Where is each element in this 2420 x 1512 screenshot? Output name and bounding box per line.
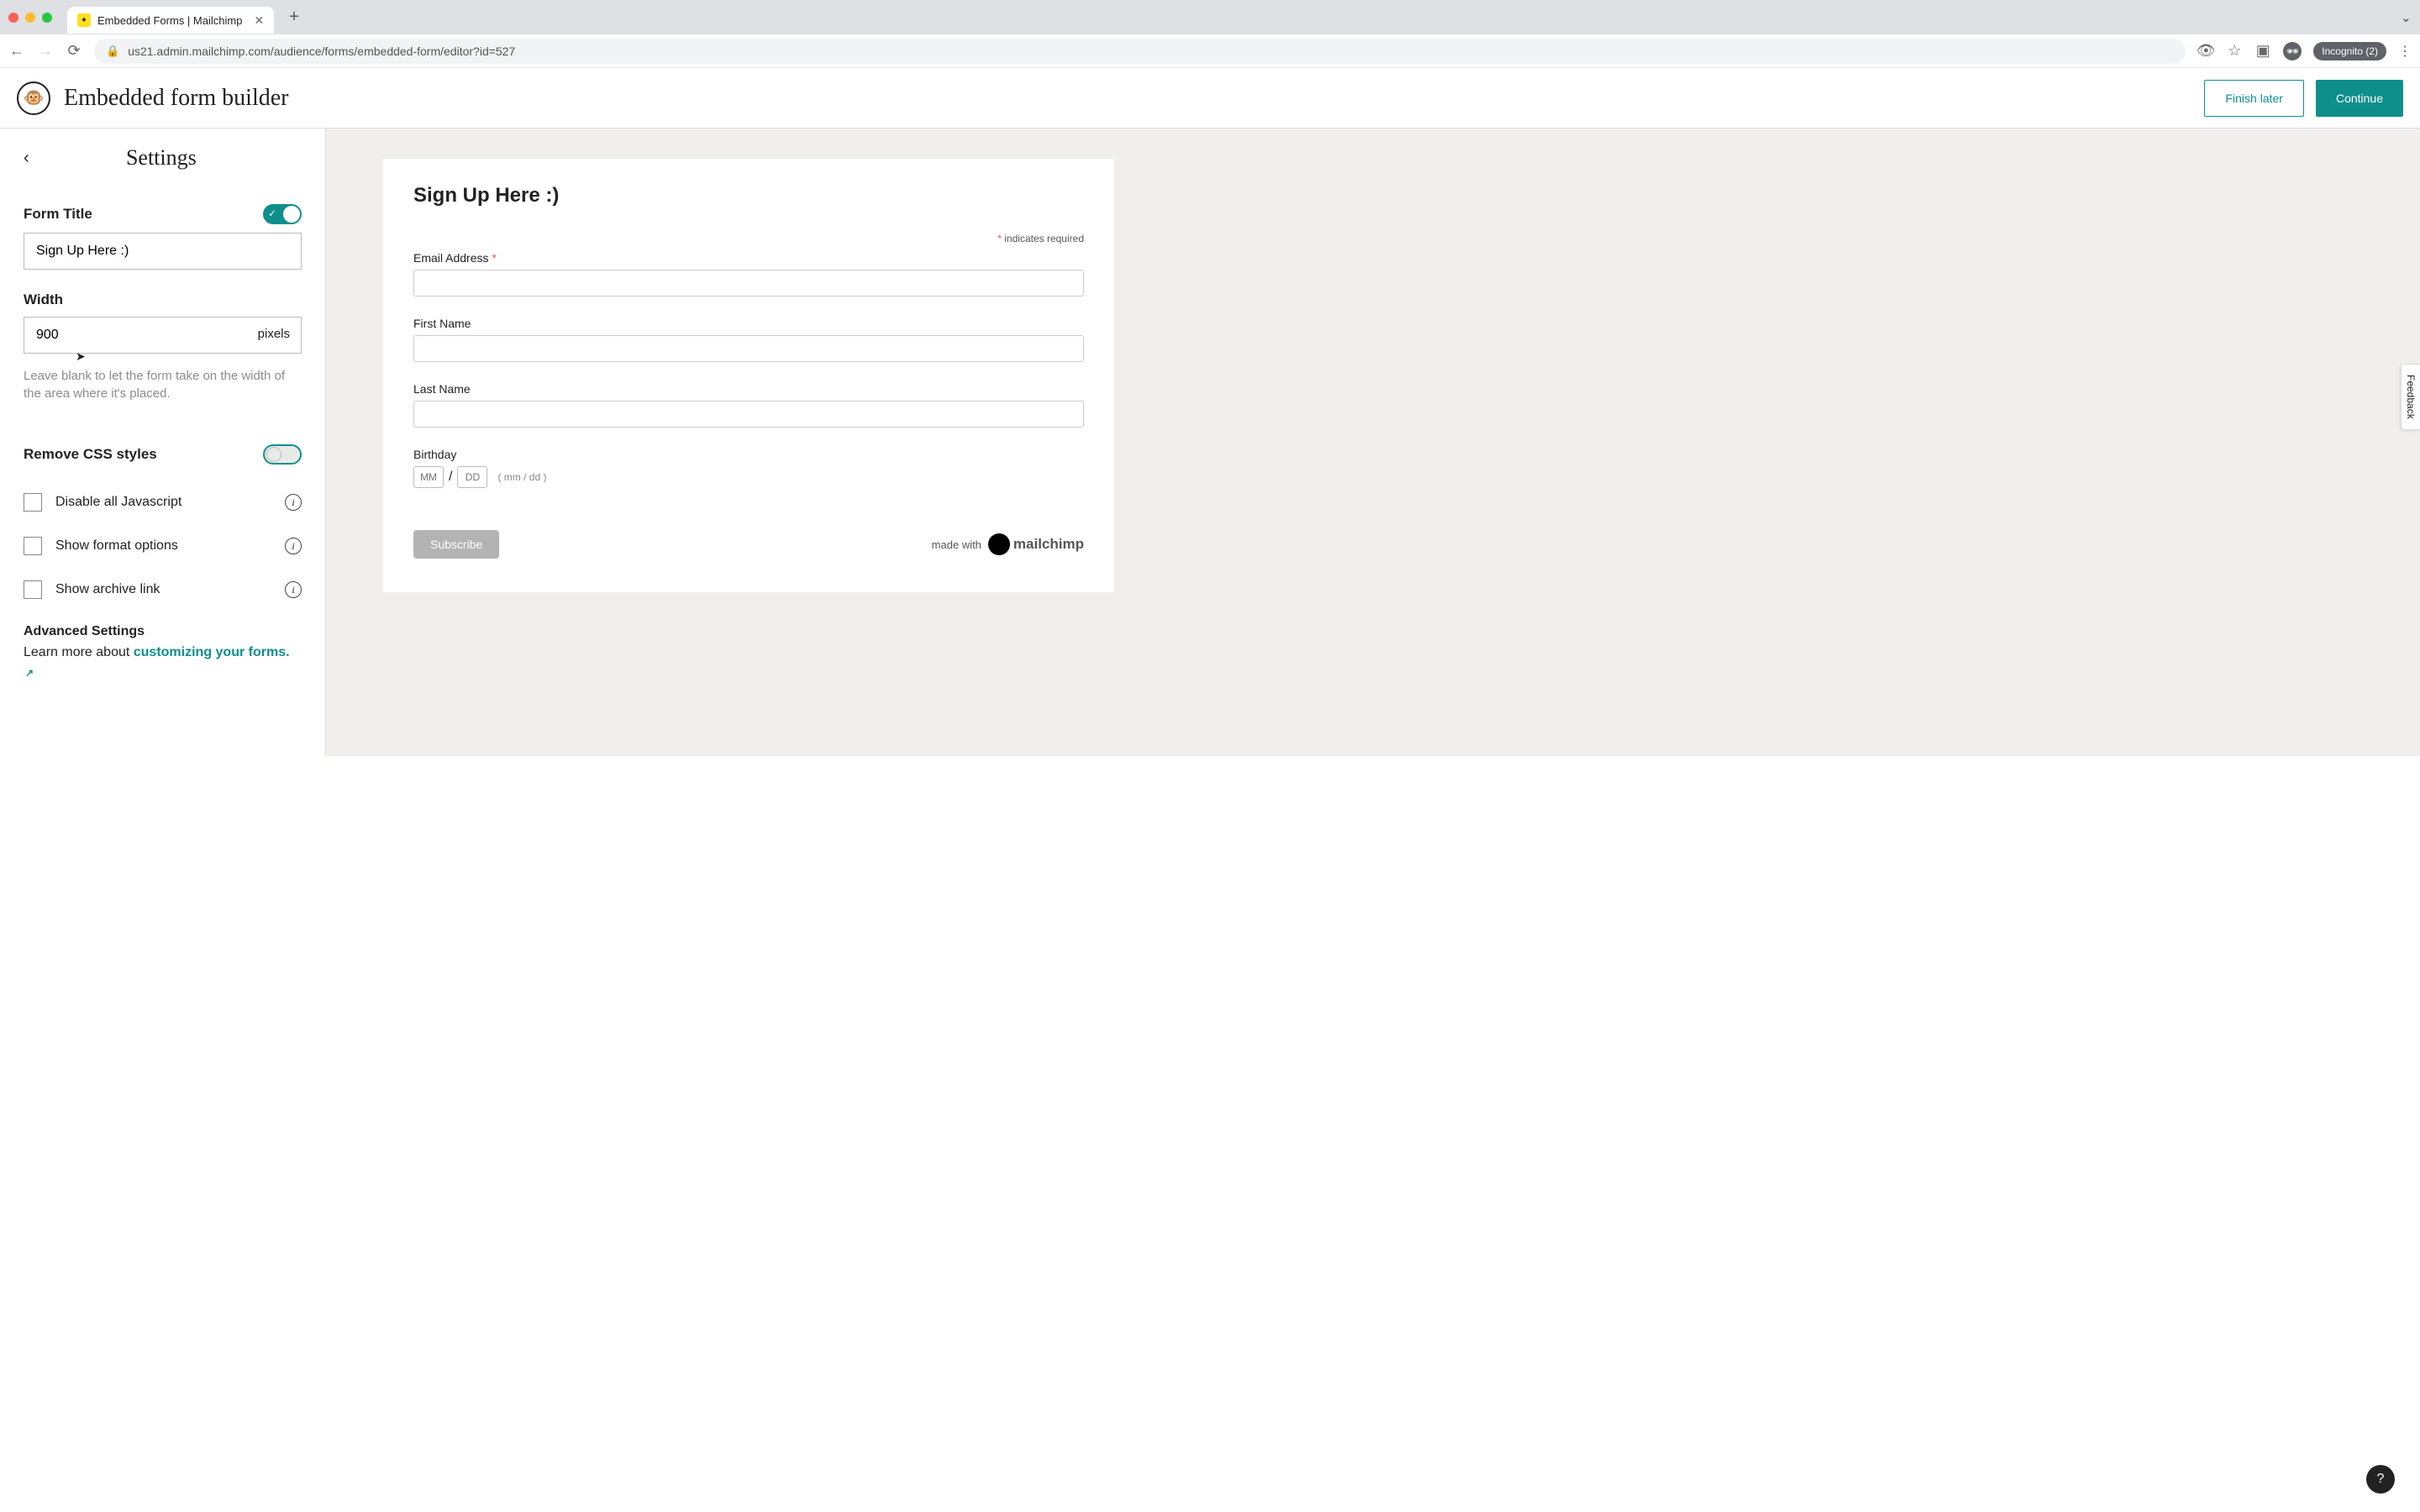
slash-separator: / <box>449 470 452 485</box>
maximize-window-icon[interactable] <box>42 13 52 23</box>
info-icon[interactable]: i <box>285 581 302 598</box>
settings-sidebar: ‹ Settings Form Title ✓ Width pixels Lea… <box>0 129 326 756</box>
browser-tab-bar: ✦ Embedded Forms | Mailchimp ✕ + ⌄ <box>0 0 2420 34</box>
finish-later-button[interactable]: Finish later <box>2204 80 2303 117</box>
remove-css-label: Remove CSS styles <box>24 446 157 463</box>
help-fab-button[interactable]: ? <box>2366 1465 2395 1494</box>
remove-css-toggle[interactable] <box>263 444 302 465</box>
new-tab-icon[interactable]: + <box>289 8 299 27</box>
toggle-knob <box>266 447 281 462</box>
star-icon[interactable]: ☆ <box>2226 42 2243 60</box>
toggle-knob <box>283 206 300 223</box>
birthday-hint: ( mm / dd ) <box>497 471 546 483</box>
minimize-window-icon[interactable] <box>25 13 35 23</box>
back-icon[interactable]: ← <box>8 42 25 60</box>
check-icon: ✓ <box>268 207 276 219</box>
disable-js-label: Disable all Javascript <box>55 495 271 510</box>
email-label: Email Address * <box>413 251 1084 265</box>
address-bar[interactable]: 🔒 us21.admin.mailchimp.com/audience/form… <box>94 39 2186 64</box>
disable-js-checkbox[interactable] <box>24 493 42 512</box>
info-icon[interactable]: i <box>285 538 302 554</box>
info-icon[interactable]: i <box>285 494 302 511</box>
birthday-month-input[interactable] <box>413 466 444 488</box>
tab-title: Embedded Forms | Mailchimp <box>97 14 242 27</box>
form-card: Sign Up Here :) * indicates required Ema… <box>383 159 1114 592</box>
first-name-input[interactable] <box>413 335 1084 362</box>
panel-icon[interactable]: ▣ <box>2254 42 2271 60</box>
feedback-tab[interactable]: Feedback <box>2401 364 2420 430</box>
archive-link-checkbox[interactable] <box>24 580 42 599</box>
browser-tab[interactable]: ✦ Embedded Forms | Mailchimp ✕ <box>67 7 274 34</box>
reload-icon[interactable]: ⟳ <box>66 42 82 60</box>
page-title: Embedded form builder <box>64 85 288 112</box>
required-note: * indicates required <box>413 233 1084 244</box>
width-label: Width <box>24 291 302 308</box>
first-name-label: First Name <box>413 317 1084 330</box>
email-input[interactable] <box>413 270 1084 297</box>
archive-link-label: Show archive link <box>55 582 271 597</box>
asterisk-icon: * <box>492 251 496 265</box>
lock-icon: 🔒 <box>106 45 119 58</box>
form-title-input[interactable] <box>24 233 302 270</box>
asterisk-icon: * <box>997 233 1002 244</box>
eye-off-icon[interactable]: 👁 <box>2197 42 2214 60</box>
browser-toolbar: ← → ⟳ 🔒 us21.admin.mailchimp.com/audienc… <box>0 34 2420 68</box>
format-options-checkbox[interactable] <box>24 537 42 555</box>
format-options-label: Show format options <box>55 538 271 554</box>
form-preview-canvas: Sign Up Here :) * indicates required Ema… <box>326 129 2420 756</box>
subscribe-button[interactable]: Subscribe <box>413 530 499 559</box>
incognito-badge[interactable]: Incognito (2) <box>2313 42 2386 60</box>
form-heading: Sign Up Here :) <box>413 184 1084 207</box>
form-title-toggle[interactable]: ✓ <box>263 204 302 224</box>
sidebar-title: Settings <box>46 145 276 171</box>
app-header: 🐵 Embedded form builder Finish later Con… <box>0 68 2420 129</box>
advanced-settings-header: Advanced Settings <box>24 624 302 639</box>
forward-icon: → <box>37 42 54 60</box>
made-with-badge[interactable]: made with mailchimp <box>932 533 1084 555</box>
birthday-label: Birthday <box>413 448 1084 461</box>
width-suffix-label: pixels <box>258 327 290 341</box>
birthday-day-input[interactable] <box>457 466 487 488</box>
last-name-input[interactable] <box>413 401 1084 428</box>
form-title-label: Form Title <box>24 206 92 223</box>
incognito-avatar-icon[interactable]: 🕶 <box>2283 42 2302 60</box>
close-tab-icon[interactable]: ✕ <box>254 13 264 28</box>
window-controls <box>8 13 52 23</box>
last-name-label: Last Name <box>413 382 1084 396</box>
back-chevron-icon[interactable]: ‹ <box>24 149 29 168</box>
kebab-menu-icon[interactable]: ⋮ <box>2398 43 2412 60</box>
external-link-icon: ↗ <box>25 667 34 679</box>
mailchimp-badge-icon <box>988 533 1010 555</box>
tab-dropdown-icon[interactable]: ⌄ <box>2401 9 2412 26</box>
mailchimp-logo-icon[interactable]: 🐵 <box>17 81 50 115</box>
close-window-icon[interactable] <box>8 13 18 23</box>
favicon-icon: ✦ <box>77 13 91 27</box>
url-text: us21.admin.mailchimp.com/audience/forms/… <box>128 45 515 58</box>
advanced-settings-text: Learn more about customizing your forms.… <box>24 643 302 683</box>
continue-button[interactable]: Continue <box>2316 80 2403 117</box>
